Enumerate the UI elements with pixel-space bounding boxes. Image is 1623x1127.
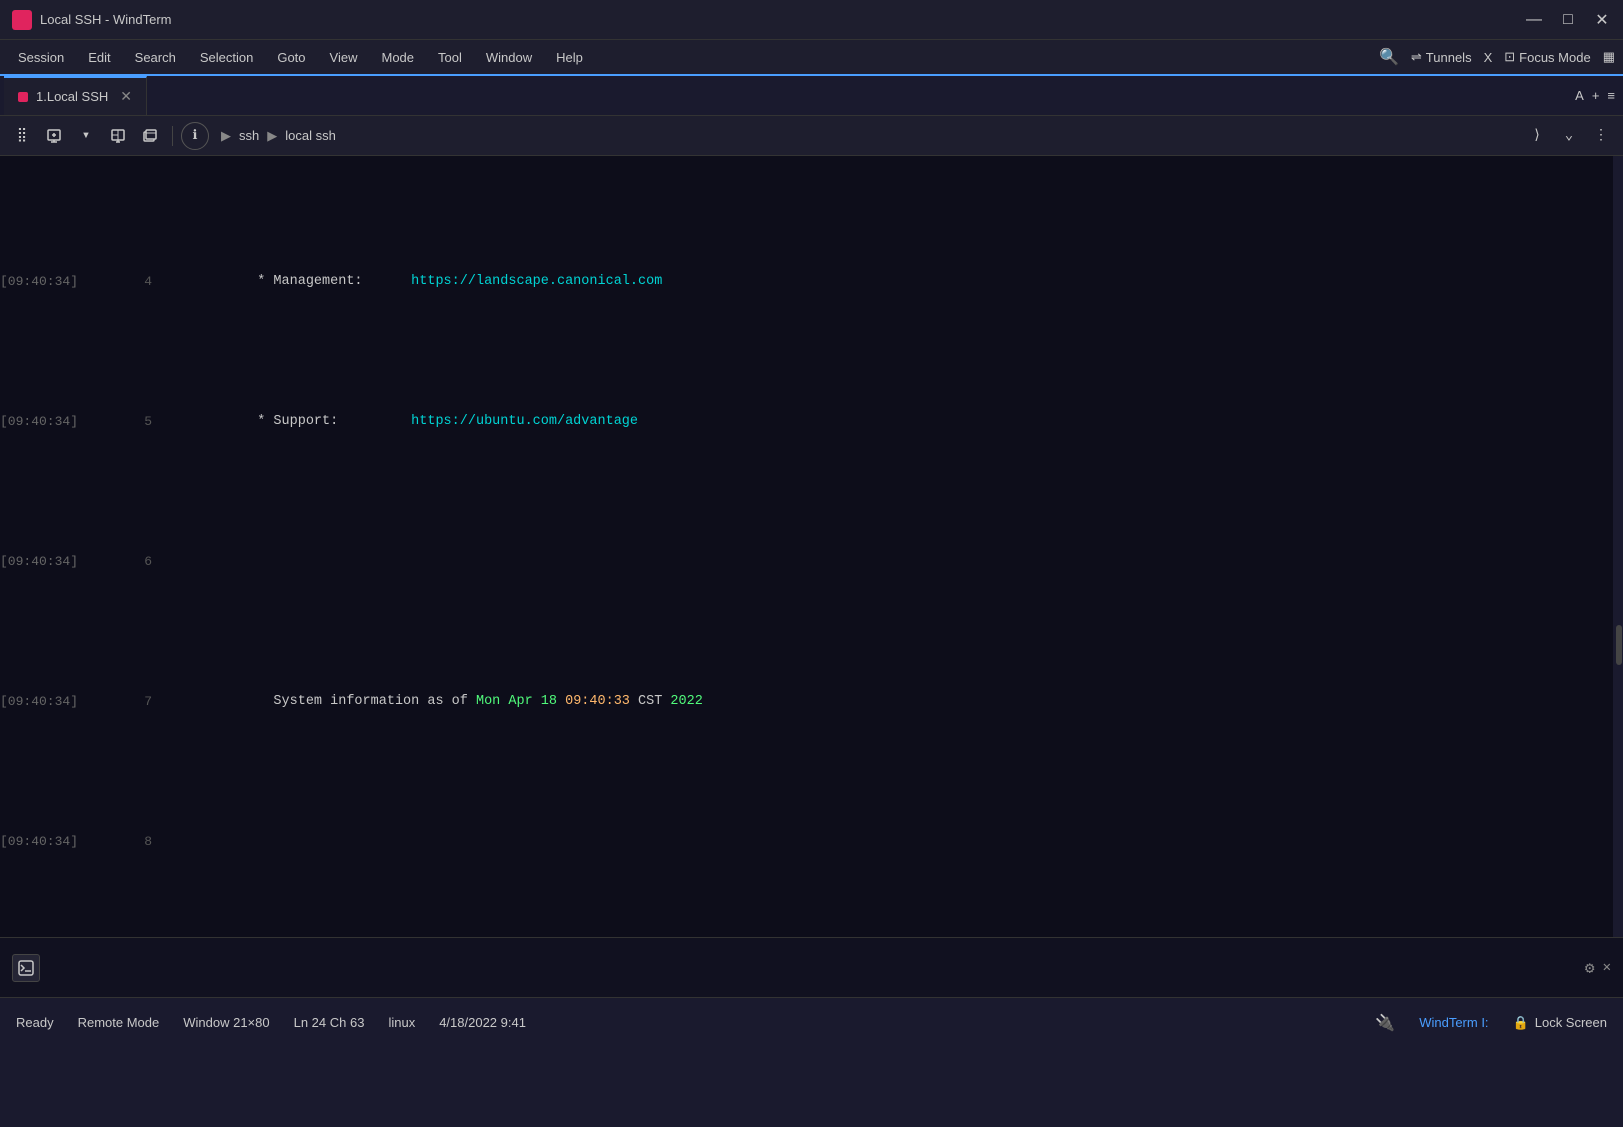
- breadcrumb-local-ssh: local ssh: [285, 128, 336, 143]
- terminal-line: [09:40:34] 7 System information as of Mo…: [0, 688, 1613, 716]
- timestamp: [09:40:34]: [0, 688, 110, 716]
- menu-edit[interactable]: Edit: [78, 46, 120, 69]
- timestamp: [09:40:34]: [0, 408, 110, 436]
- terminal-line: [09:40:34] 6: [0, 548, 1613, 576]
- breadcrumb: ▶ ssh ▶ local ssh: [221, 128, 1519, 144]
- tab-right-controls: A + ≡: [1575, 76, 1623, 115]
- timestamp: [09:40:34]: [0, 268, 110, 296]
- menu-tool[interactable]: Tool: [428, 46, 472, 69]
- timestamp: [09:40:34]: [0, 548, 110, 576]
- line-content: * Management: https://landscape.canonica…: [160, 240, 1613, 324]
- tab-close-button[interactable]: ✕: [120, 88, 132, 105]
- new-tab-button[interactable]: +: [1592, 88, 1600, 103]
- window-controls: — □ ✕: [1525, 11, 1611, 29]
- window-title: Local SSH - WindTerm: [40, 12, 1525, 27]
- line-number: 4: [110, 268, 160, 296]
- menu-selection[interactable]: Selection: [190, 46, 263, 69]
- font-size-indicator: A: [1575, 88, 1584, 103]
- menu-right-area: 🔍 ⇌ Tunnels X ⊡ Focus Mode ▦: [1379, 47, 1615, 67]
- url-support[interactable]: https://ubuntu.com/advantage: [411, 414, 638, 429]
- minimize-button[interactable]: —: [1525, 11, 1543, 29]
- terminal-menu-button[interactable]: ⋮: [1587, 122, 1615, 150]
- tab-local-ssh[interactable]: 1.Local SSH ✕: [4, 76, 147, 115]
- status-network-icon: 🔌: [1375, 1013, 1395, 1033]
- status-remote-mode: Remote Mode: [78, 1015, 160, 1030]
- restore-button[interactable]: [136, 122, 164, 150]
- lock-icon: 🔒: [1513, 1015, 1529, 1031]
- x-button[interactable]: X: [1484, 50, 1493, 65]
- panel-close-icon[interactable]: ✕: [1603, 959, 1611, 976]
- layout-icon[interactable]: ▦: [1603, 49, 1615, 65]
- split-button[interactable]: [104, 122, 132, 150]
- toolbar-right: ⟩ ⌄ ⋮: [1523, 122, 1615, 150]
- focus-mode-button[interactable]: ⊡ Focus Mode: [1504, 49, 1590, 65]
- breadcrumb-ssh: ssh: [239, 128, 259, 143]
- settings-icon[interactable]: ⚙: [1585, 958, 1595, 978]
- line-number: 5: [110, 408, 160, 436]
- scrollbar[interactable]: [1613, 156, 1623, 937]
- tab-bar: 1.Local SSH ✕ A + ≡: [0, 76, 1623, 116]
- status-window-size: Window 21×80: [183, 1015, 269, 1030]
- new-session-button[interactable]: [40, 122, 68, 150]
- breadcrumb-sep2: ▶: [267, 128, 277, 144]
- line-number: 8: [110, 828, 160, 856]
- menu-bar: Session Edit Search Selection Goto View …: [0, 40, 1623, 76]
- panel-terminal-icon[interactable]: [12, 954, 40, 982]
- menu-help[interactable]: Help: [546, 46, 593, 69]
- terminal-line: [09:40:34] 5 * Support: https://ubuntu.c…: [0, 408, 1613, 436]
- toolbar: ⣿ ▾ ℹ ▶ ssh ▶ local ssh ⟩: [0, 116, 1623, 156]
- title-bar: Local SSH - WindTerm — □ ✕: [0, 0, 1623, 40]
- lock-screen-label: Lock Screen: [1535, 1015, 1607, 1030]
- bottom-panel: ⚙ ✕: [0, 937, 1623, 997]
- lock-screen-button[interactable]: 🔒 Lock Screen: [1513, 1015, 1607, 1031]
- status-cursor-pos: Ln 24 Ch 63: [294, 1015, 365, 1030]
- breadcrumb-sep1: ▶: [221, 128, 231, 144]
- main-terminal-area: [09:40:34] 4 * Management: https://lands…: [0, 156, 1623, 937]
- line-number: 7: [110, 688, 160, 716]
- tab-color-icon: [18, 92, 28, 102]
- line-content: System information as of Mon Apr 18 09:4…: [160, 660, 1613, 744]
- menu-view[interactable]: View: [320, 46, 368, 69]
- maximize-button[interactable]: □: [1559, 11, 1577, 29]
- terminal-dropdown-button[interactable]: ⌄: [1555, 122, 1583, 150]
- scrollbar-thumb[interactable]: [1616, 625, 1622, 665]
- status-ready: Ready: [16, 1015, 54, 1030]
- tab-menu-button[interactable]: ≡: [1607, 88, 1615, 103]
- app-icon: [12, 10, 32, 30]
- url-management[interactable]: https://landscape.canonical.com: [411, 274, 662, 289]
- close-button[interactable]: ✕: [1593, 11, 1611, 29]
- terminal-more-button[interactable]: ⟩: [1523, 122, 1551, 150]
- drag-handle[interactable]: ⣿: [8, 122, 36, 150]
- tunnels-button[interactable]: ⇌ Tunnels: [1411, 49, 1472, 65]
- dropdown-arrow-button[interactable]: ▾: [72, 122, 100, 150]
- terminal-output[interactable]: [09:40:34] 4 * Management: https://lands…: [0, 156, 1613, 937]
- search-icon[interactable]: 🔍: [1379, 47, 1399, 67]
- line-content: * Support: https://ubuntu.com/advantage: [160, 380, 1613, 464]
- menu-window[interactable]: Window: [476, 46, 542, 69]
- info-button[interactable]: ℹ: [181, 122, 209, 150]
- toolbar-divider: [172, 126, 173, 146]
- menu-session[interactable]: Session: [8, 46, 74, 69]
- menu-search[interactable]: Search: [125, 46, 186, 69]
- line-number: 6: [110, 548, 160, 576]
- terminal-line: [09:40:34] 8: [0, 828, 1613, 856]
- status-datetime: 4/18/2022 9:41: [439, 1015, 526, 1030]
- status-bar: Ready Remote Mode Window 21×80 Ln 24 Ch …: [0, 997, 1623, 1047]
- timestamp: [09:40:34]: [0, 828, 110, 856]
- terminal-line: [09:40:34] 4 * Management: https://lands…: [0, 268, 1613, 296]
- status-os: linux: [388, 1015, 415, 1030]
- status-windterm[interactable]: WindTerm I:: [1419, 1015, 1488, 1030]
- tab-label: 1.Local SSH: [36, 89, 108, 104]
- menu-mode[interactable]: Mode: [371, 46, 424, 69]
- menu-goto[interactable]: Goto: [267, 46, 315, 69]
